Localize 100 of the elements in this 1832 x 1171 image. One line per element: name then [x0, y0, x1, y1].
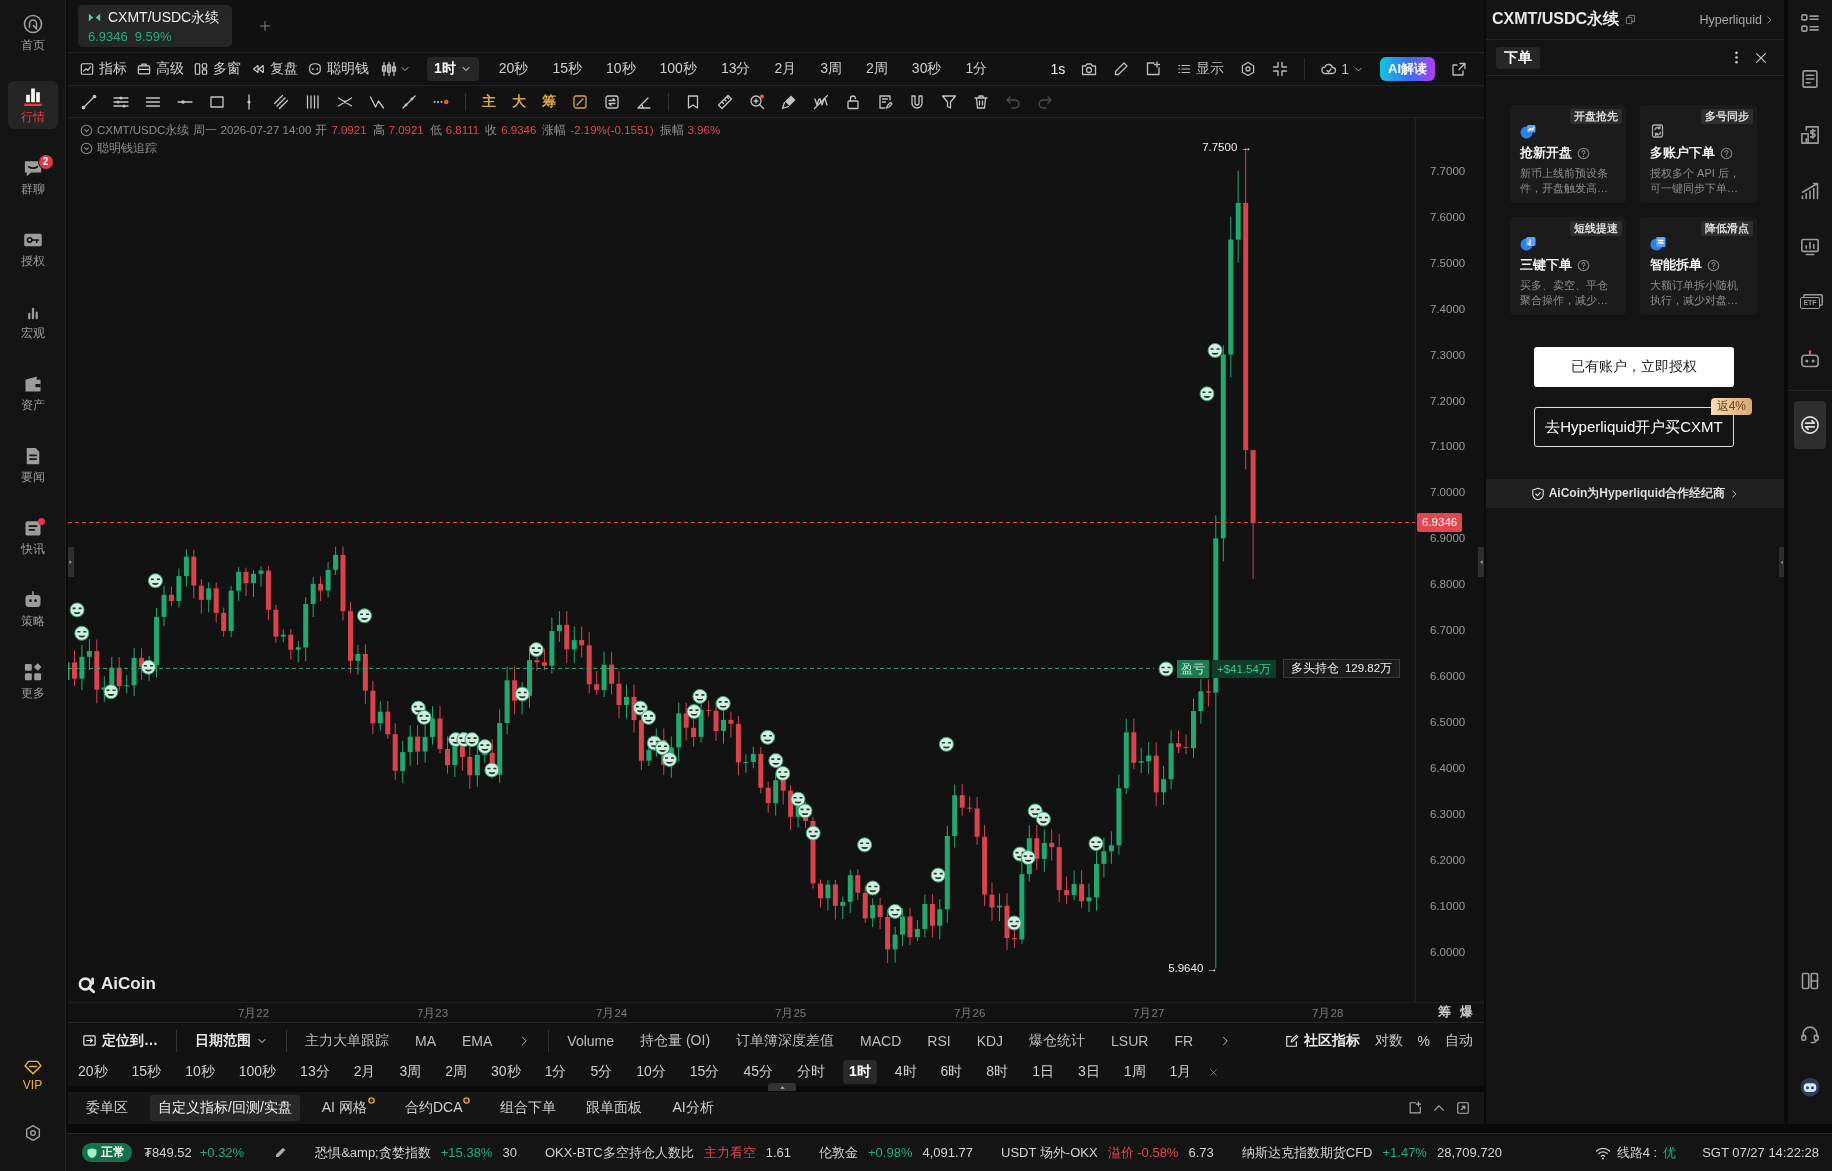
magnet-icon[interactable] [909, 93, 925, 110]
feature-card[interactable]: 降低滑点 智能拆单 大额订单拆小随机执行，减少对盘… [1640, 217, 1757, 315]
authorize-button[interactable]: 已有账户，立即授权 [1534, 347, 1734, 387]
sidebar-item[interactable]: 资产 [7, 369, 58, 417]
locate-button[interactable]: 定位到… [82, 1031, 158, 1050]
panel-tab[interactable]: 委单区 [78, 1095, 136, 1121]
crossed-out-icon[interactable] [813, 93, 829, 110]
interval-option[interactable]: 3周 [820, 60, 843, 78]
timeframe-option[interactable]: 1分 [538, 1060, 573, 1084]
camera-icon[interactable] [1081, 61, 1098, 77]
timeframe-option[interactable]: 2周 [439, 1060, 474, 1084]
expand-handle[interactable] [768, 1083, 796, 1091]
scale-option[interactable]: 对数 [1374, 1031, 1403, 1050]
help-icon[interactable] [1577, 258, 1590, 272]
sidebar-item[interactable]: 更多 [7, 657, 58, 705]
sidebar-item[interactable]: 快讯 [7, 513, 58, 561]
add-window-icon[interactable] [1408, 1101, 1422, 1115]
smart-money-button[interactable]: 聪明钱 [308, 60, 369, 78]
copy-icon[interactable] [1625, 14, 1637, 25]
date-range-dropdown[interactable]: 日期范围 [195, 1031, 268, 1050]
rectangle-icon[interactable] [209, 93, 225, 110]
timeframe-option[interactable]: 1月 [1163, 1060, 1198, 1084]
rail-button[interactable] [1794, 401, 1826, 449]
interval-option[interactable]: 10秒 [605, 60, 636, 78]
interval-option[interactable]: 2周 [866, 60, 888, 78]
timeframe-option[interactable]: 20秒 [72, 1060, 114, 1084]
close-icon[interactable] [1754, 50, 1768, 65]
exchange-link[interactable]: Hyperliquid [1699, 12, 1774, 27]
settings-icon[interactable] [1240, 61, 1257, 77]
timeframe-option[interactable]: 15秒 [125, 1060, 168, 1084]
timeframe-option[interactable]: 30秒 [485, 1060, 527, 1084]
indicator-tab[interactable]: LSUR [1111, 1032, 1149, 1049]
scale-option[interactable]: % [1417, 1032, 1430, 1049]
line-segment-icon[interactable] [81, 93, 97, 110]
panel-tab[interactable]: 下单 [1496, 46, 1540, 69]
brush-icon[interactable] [781, 93, 797, 110]
resolution-button[interactable]: 1s [1050, 61, 1066, 77]
chart-type-dropdown[interactable] [381, 61, 411, 77]
timeframe-option[interactable]: 8时 [980, 1060, 1015, 1084]
timeframe-option[interactable]: 5分 [584, 1060, 619, 1084]
maximize-icon[interactable] [1456, 1101, 1470, 1115]
indicator-toggle[interactable]: 主 [482, 92, 496, 111]
timeframe-option[interactable]: 10分 [630, 1060, 672, 1084]
help-icon[interactable] [1720, 146, 1733, 160]
indicator-toggle[interactable]: 大 [512, 92, 526, 111]
interval-option[interactable]: 15秒 [552, 60, 582, 78]
indicator-tab[interactable]: Volume [567, 1032, 615, 1049]
feature-card[interactable]: 短线提速 三键下单 买多、卖空、平仓聚合操作，减少… [1510, 217, 1626, 315]
timeframe-option[interactable]: 13分 [294, 1060, 336, 1084]
advanced-button[interactable]: 高级 [137, 60, 184, 78]
filter-icon[interactable] [941, 93, 957, 110]
indicator-tab[interactable]: 主力大单跟踪 [305, 1031, 389, 1050]
settings-icon[interactable] [23, 1124, 42, 1142]
interval-option[interactable]: 13分 [720, 60, 751, 78]
timeframe-option[interactable]: 100秒 [232, 1060, 283, 1084]
indicators-button[interactable]: 指标 [80, 60, 127, 78]
timeframe-option[interactable]: 分时 [790, 1060, 831, 1084]
chevron-circle-icon[interactable] [80, 123, 93, 137]
indicator-tab[interactable]: 持仓量 (OI) [640, 1031, 711, 1050]
compress-icon[interactable] [1272, 61, 1289, 77]
feature-card[interactable]: 多号同步 多账户下单 授权多个 API 后，可一键同步下单… [1640, 105, 1757, 203]
sidebar-item[interactable]: 群聊 2 [7, 153, 58, 201]
sidebar-item[interactable]: 授权 [7, 225, 58, 273]
pencil-icon[interactable] [1113, 61, 1130, 77]
cloud-dropdown[interactable]: 1 [1321, 61, 1364, 77]
collapse-handle[interactable] [1779, 547, 1784, 577]
community-indicators-button[interactable]: 社区指标 [1284, 1031, 1360, 1050]
timeframe-option[interactable]: 1时 [842, 1060, 877, 1084]
indicator-tab[interactable]: FR [1174, 1032, 1194, 1049]
sidebar-item[interactable]: 宏观 [7, 297, 58, 345]
note-edit-icon[interactable] [877, 93, 893, 110]
panel-tab[interactable]: 组合下单 [492, 1095, 565, 1121]
indicator-tab[interactable]: MACD [860, 1032, 902, 1049]
axis-toggle[interactable]: 爆 [1460, 1004, 1473, 1019]
lock-icon[interactable] [845, 93, 861, 110]
indicator-tab[interactable]: KDJ [976, 1032, 1004, 1049]
display-button[interactable]: 显示 [1177, 60, 1225, 78]
sidebar-item[interactable]: 策略 [7, 585, 58, 633]
collapse-handle[interactable] [1478, 547, 1484, 577]
add-window-icon[interactable] [1145, 61, 1162, 77]
square-arrows-icon[interactable] [604, 93, 620, 110]
feature-card[interactable]: 开盘抢先 抢新开盘 新币上线前预设条件，开盘触发高… [1510, 105, 1626, 203]
dotted-diagonal-icon[interactable] [401, 93, 417, 110]
panel-tab[interactable]: 跟单面板 [578, 1095, 651, 1121]
sidebar-item[interactable]: 行情 [7, 81, 58, 129]
indicator-tab[interactable]: EMA [462, 1032, 493, 1049]
indicator-tab[interactable]: 爆仓统计 [1029, 1031, 1086, 1050]
square-slash-icon[interactable] [572, 93, 588, 110]
panel-tab[interactable]: AI分析 [664, 1095, 722, 1121]
multi-window-button[interactable]: 多窗 [194, 60, 241, 78]
timeframe-option[interactable]: 1日 [1026, 1060, 1060, 1084]
sidebar-item[interactable]: 首页 [7, 9, 58, 57]
help-icon[interactable] [1707, 258, 1720, 272]
interval-dropdown[interactable]: 1时 [427, 57, 479, 81]
timeframe-option[interactable]: 45分 [737, 1060, 779, 1084]
replay-button[interactable]: 复盘 [251, 60, 298, 78]
axis-toggle[interactable]: 筹 [1438, 1004, 1451, 1019]
pencil-icon[interactable] [274, 1146, 288, 1159]
share-icon[interactable] [1451, 61, 1467, 77]
indicator-toggle[interactable]: 筹 [542, 92, 556, 111]
